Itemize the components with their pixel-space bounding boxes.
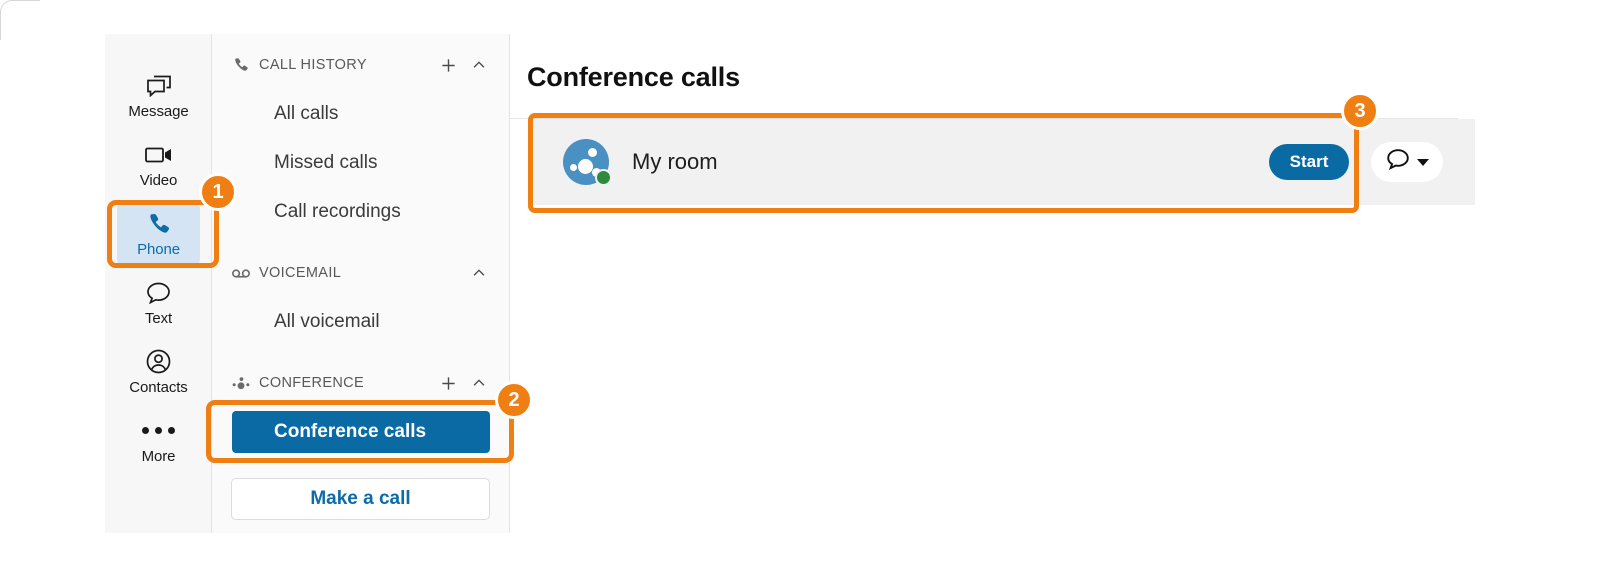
section-title: CONFERENCE — [259, 375, 365, 391]
rail-label: Phone — [137, 240, 180, 258]
room-name: My room — [632, 149, 718, 174]
video-icon — [144, 142, 173, 168]
rail-item-message[interactable]: Message — [117, 66, 200, 126]
chat-bubble-icon[interactable] — [1386, 148, 1410, 176]
annotation-badge-3: 3 — [1341, 92, 1379, 130]
section-header-call-history: CALL HISTORY — [232, 52, 490, 78]
start-button[interactable]: Start — [1269, 144, 1349, 180]
caret-down-icon[interactable] — [1416, 158, 1429, 166]
start-button-label: Start — [1289, 152, 1329, 171]
phone-handset-icon — [232, 57, 250, 73]
page-title: Conference calls — [527, 62, 740, 92]
nav-item-all-voicemail[interactable]: All voicemail — [232, 301, 490, 343]
phone-nav-panel: CALL HISTORY All calls Missed calls Call… — [212, 34, 510, 533]
nav-item-conference-calls[interactable]: Conference calls — [232, 411, 490, 453]
phone-icon — [147, 211, 171, 237]
add-conference-button[interactable] — [437, 372, 459, 394]
voicemail-icon — [232, 265, 250, 281]
rail-item-text[interactable]: Text — [117, 273, 200, 333]
rail-item-phone[interactable]: Phone — [117, 204, 200, 264]
collapse-call-history-chevron-up-icon[interactable] — [468, 54, 490, 76]
collapse-conference-chevron-up-icon[interactable] — [468, 372, 490, 394]
rail-item-contacts[interactable]: Contacts — [117, 342, 200, 402]
rail-item-video[interactable]: Video — [117, 135, 200, 195]
nav-item-call-recordings[interactable]: Call recordings — [232, 191, 490, 233]
app-window: Message Video Phone Text Contacts More C… — [0, 0, 1600, 588]
nav-item-label: All calls — [274, 103, 339, 124]
annotation-badge-2: 2 — [495, 381, 533, 419]
window-corner-decoration — [0, 0, 40, 40]
section-title: CALL HISTORY — [259, 57, 367, 73]
rail-label: Video — [139, 171, 178, 189]
section-title: VOICEMAIL — [259, 265, 342, 281]
nav-item-label: Conference calls — [274, 421, 427, 442]
rail-label: Message — [128, 102, 189, 120]
conference-icon — [232, 375, 250, 391]
make-a-call-label: Make a call — [310, 488, 411, 509]
more-icon — [142, 418, 175, 444]
main-content: Conference calls My room Start — [510, 34, 1600, 533]
my-room-row[interactable]: My room Start — [532, 119, 1475, 205]
avatar — [563, 139, 612, 186]
section-header-conference: CONFERENCE — [232, 370, 490, 396]
nav-item-label: Missed calls — [274, 152, 378, 173]
message-icon — [146, 73, 172, 99]
add-call-history-button[interactable] — [437, 54, 459, 76]
annotation-badge-1: 1 — [199, 173, 237, 211]
presence-available-badge — [595, 169, 612, 186]
nav-item-missed-calls[interactable]: Missed calls — [232, 142, 490, 184]
rail-item-more[interactable]: More — [117, 411, 200, 471]
section-header-voicemail: VOICEMAIL — [232, 260, 490, 286]
left-icon-rail: Message Video Phone Text Contacts More — [105, 34, 212, 533]
make-a-call-button[interactable]: Make a call — [231, 478, 490, 520]
rail-label: Text — [144, 309, 173, 327]
rail-label: More — [141, 447, 176, 465]
text-icon — [146, 280, 171, 306]
nav-item-all-calls[interactable]: All calls — [232, 93, 490, 135]
nav-item-label: All voicemail — [274, 311, 380, 332]
collapse-voicemail-chevron-up-icon[interactable] — [468, 262, 490, 284]
rail-label: Contacts — [129, 378, 188, 396]
nav-item-label: Call recordings — [274, 201, 401, 222]
contacts-icon — [146, 349, 171, 375]
chat-actions-group[interactable] — [1371, 142, 1443, 182]
